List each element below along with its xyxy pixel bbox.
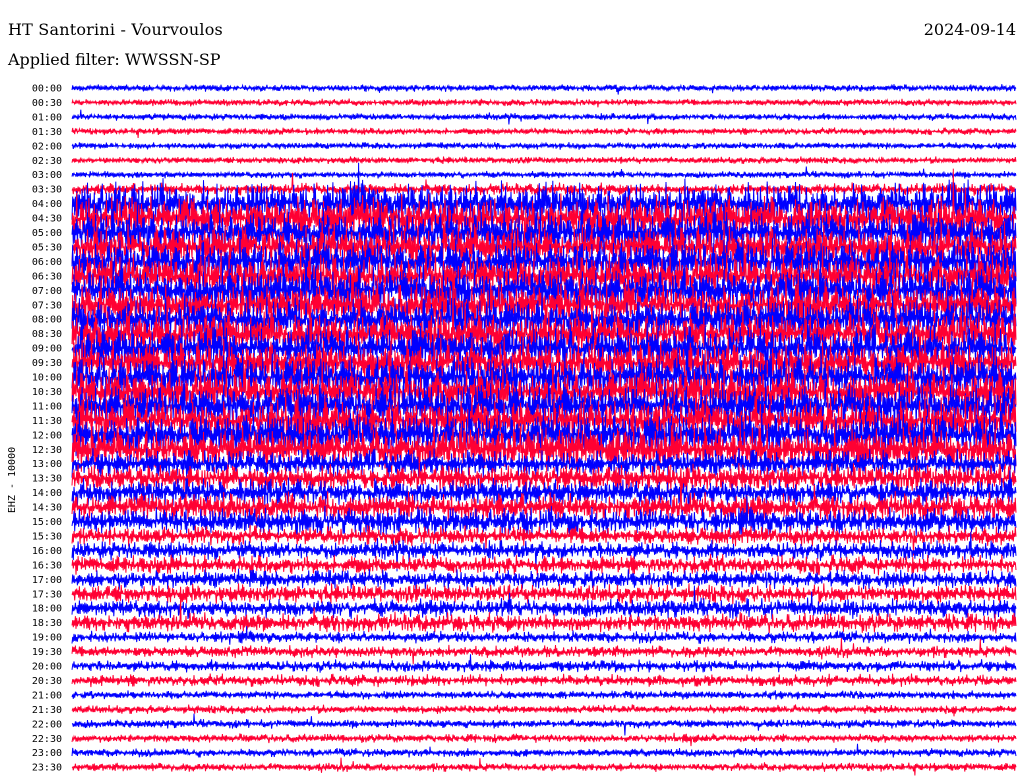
row-label: 19:00 (32, 633, 62, 644)
row-label: 07:00 (32, 286, 62, 297)
trace-line (71, 673, 1017, 688)
row-label: 14:30 (32, 503, 62, 514)
trace-line (71, 109, 1017, 125)
row-label: 03:30 (32, 185, 62, 196)
row-label: 23:30 (32, 763, 62, 774)
trace-line (71, 127, 1017, 139)
row-label: 08:00 (32, 315, 62, 326)
row-label: 00:30 (32, 98, 62, 109)
row-label: 09:00 (32, 344, 62, 355)
helicorder-plot: 00:00 00:30 01:00 01:30 02:00 02:30 03:00 03:30… (32, 83, 1017, 776)
row-label-group: 00:00 00:30 01:00 01:30 02:00 02:30 03:00 03:30… (32, 84, 62, 774)
row-label: 14:00 (32, 488, 62, 499)
trace-line (71, 713, 1017, 736)
row-label: 17:00 (32, 575, 62, 586)
row-label: 18:30 (32, 618, 62, 629)
row-label: 04:30 (32, 214, 62, 225)
trace-line (71, 654, 1017, 673)
row-label: 16:30 (32, 560, 62, 571)
row-label: 01:00 (32, 112, 62, 123)
row-label: 21:00 (32, 690, 62, 701)
trace-line (71, 141, 1017, 151)
row-label: 10:30 (32, 387, 62, 398)
row-label: 10:00 (32, 373, 62, 384)
row-label: 11:00 (32, 401, 62, 412)
trace-line (71, 156, 1017, 165)
row-label: 09:30 (32, 358, 62, 369)
row-label: 02:30 (32, 156, 62, 167)
row-label: 22:00 (32, 719, 62, 730)
row-label: 19:30 (32, 647, 62, 658)
row-label: 17:30 (32, 589, 62, 600)
trace-line (71, 166, 1017, 179)
row-label: 20:00 (32, 662, 62, 673)
trace-line (71, 638, 1017, 665)
row-label: 23:00 (32, 748, 62, 759)
row-label: 08:30 (32, 329, 62, 340)
row-label: 06:00 (32, 257, 62, 268)
row-label: 15:00 (32, 517, 62, 528)
trace-line (71, 732, 1017, 747)
row-label: 07:30 (32, 300, 62, 311)
row-label: 15:30 (32, 531, 62, 542)
trace-line (71, 83, 1017, 95)
row-label: 00:00 (32, 84, 62, 95)
trace-line (71, 690, 1017, 700)
row-label: 13:00 (32, 459, 62, 470)
row-label: 06:30 (32, 271, 62, 282)
row-label: 05:00 (32, 228, 62, 239)
row-label: 16:00 (32, 546, 62, 557)
trace-line (71, 596, 1017, 634)
trace-line (71, 553, 1017, 576)
row-label: 12:30 (32, 445, 62, 456)
row-label: 11:30 (32, 416, 62, 427)
trace-line (71, 757, 1017, 776)
row-label: 05:30 (32, 242, 62, 253)
trace-line (71, 743, 1017, 758)
trace-line (71, 98, 1017, 108)
row-label: 01:30 (32, 127, 62, 138)
row-label: 21:30 (32, 705, 62, 716)
row-label: 03:00 (32, 170, 62, 181)
row-label: 04:00 (32, 199, 62, 210)
trace-line (71, 583, 1017, 605)
trace-group (71, 83, 1017, 776)
row-label: 20:30 (32, 676, 62, 687)
row-label: 02:00 (32, 141, 62, 152)
row-label: 22:30 (32, 734, 62, 745)
row-label: 18:00 (32, 604, 62, 615)
row-label: 13:30 (32, 474, 62, 485)
row-label: 12:00 (32, 430, 62, 441)
trace-line (71, 704, 1017, 717)
